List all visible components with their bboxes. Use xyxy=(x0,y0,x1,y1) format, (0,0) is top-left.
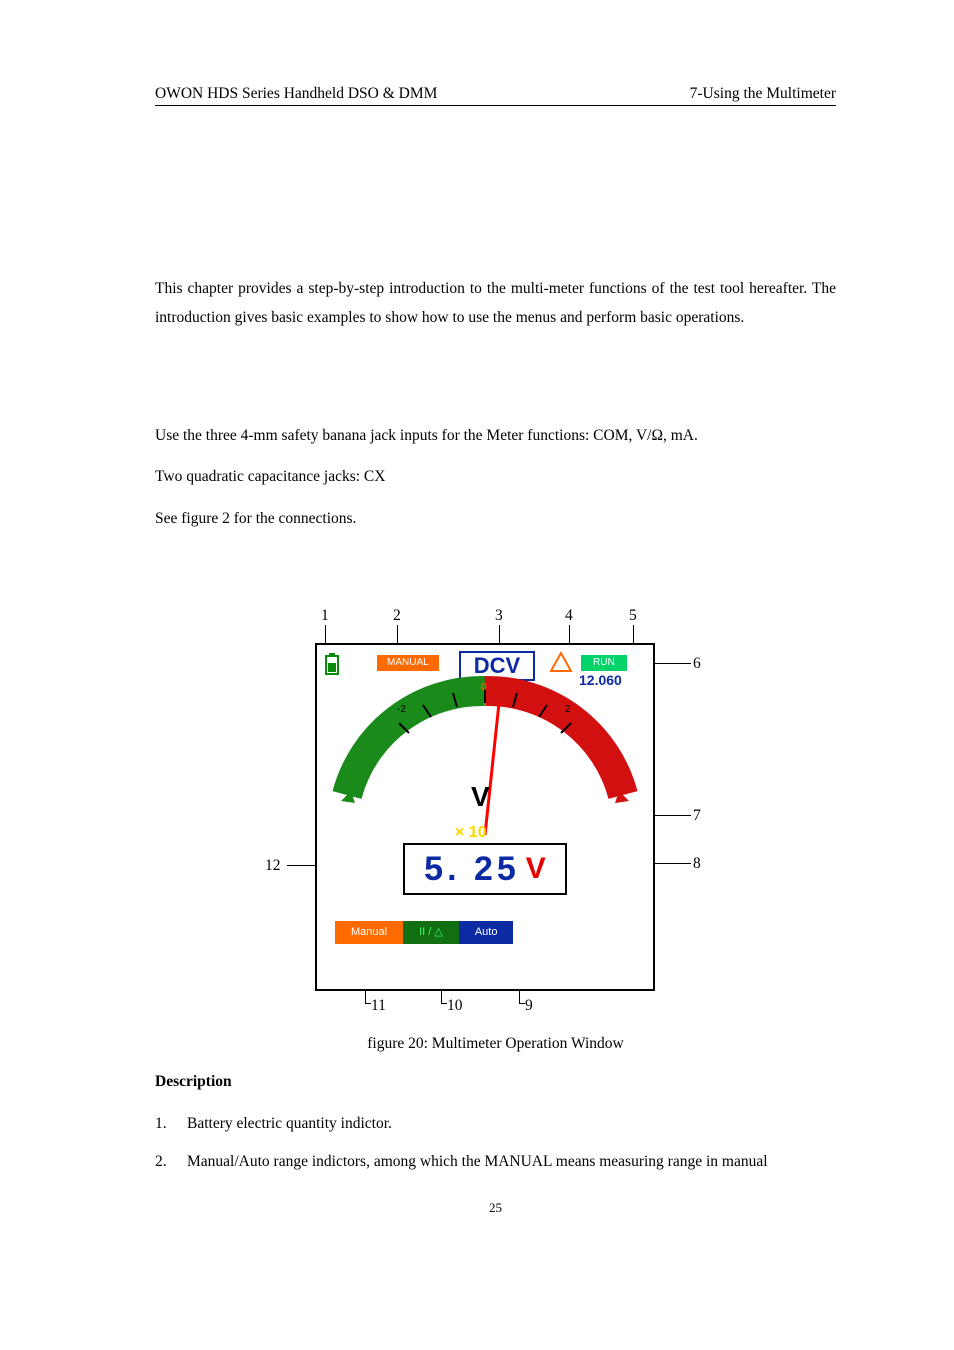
multiplier-label: × 10 xyxy=(455,825,487,841)
scale-pos: 2 xyxy=(565,705,571,715)
mode-box: DCV xyxy=(459,651,535,681)
list-item: 1. Battery electric quantity indictor. xyxy=(155,1109,836,1138)
intro-paragraph: This chapter provides a step-by-step int… xyxy=(155,274,836,333)
callout-8: 8 xyxy=(693,855,701,873)
run-chip: RUN xyxy=(581,655,627,671)
list-item: 2. Manual/Auto range indictors, among wh… xyxy=(155,1147,836,1176)
tab-relative[interactable]: II / △ xyxy=(403,921,459,944)
readout-value: 5. 25 xyxy=(424,852,520,886)
callout-4: 4 xyxy=(565,607,573,625)
battery-icon xyxy=(325,653,339,675)
tab-auto[interactable]: Auto xyxy=(459,921,514,944)
page-header: OWON HDS Series Handheld DSO & DMM 7-Usi… xyxy=(155,85,836,103)
multimeter-screen: MANUAL DCV RUN 12.060 xyxy=(315,643,655,991)
scale-neg: -2 xyxy=(397,705,406,715)
callout-line xyxy=(365,1003,371,1004)
callout-line xyxy=(655,815,691,816)
connect-line-2: Two quadratic capacitance jacks: CX xyxy=(155,462,836,491)
tab-manual[interactable]: Manual xyxy=(335,921,403,944)
callout-9: 9 xyxy=(525,997,533,1015)
list-item-number: 1. xyxy=(155,1109,187,1138)
range-readout: 12.060 xyxy=(579,673,622,687)
main-readout: 5. 25 V xyxy=(403,843,567,895)
page-number: 25 xyxy=(155,1200,836,1216)
callout-11: 11 xyxy=(371,997,386,1015)
header-right: 7-Using the Multimeter xyxy=(690,85,836,103)
relative-triangle-icon xyxy=(549,651,573,678)
gauge-center-letter: V xyxy=(471,783,490,811)
callout-line xyxy=(519,1003,525,1004)
list-item-text: Battery electric quantity indictor. xyxy=(187,1109,392,1138)
connect-line-3: See figure 2 for the connections. xyxy=(155,504,836,533)
readout-unit: V xyxy=(526,854,546,884)
callout-1: 1 xyxy=(321,607,329,625)
callout-6: 6 xyxy=(693,655,701,673)
list-item-number: 2. xyxy=(155,1147,187,1176)
header-left: OWON HDS Series Handheld DSO & DMM xyxy=(155,85,437,103)
manual-chip: MANUAL xyxy=(377,655,439,671)
list-item-text: Manual/Auto range indictors, among which… xyxy=(187,1147,768,1176)
figure-caption: figure 20: Multimeter Operation Window xyxy=(155,1035,836,1053)
callout-12: 12 xyxy=(265,857,281,875)
connect-line-1: Use the three 4-mm safety banana jack in… xyxy=(155,421,836,450)
callout-3: 3 xyxy=(495,607,503,625)
description-heading: Description xyxy=(155,1073,836,1091)
callout-7: 7 xyxy=(693,807,701,825)
soft-tab-row: Manual II / △ Auto xyxy=(335,921,513,944)
callout-2: 2 xyxy=(393,607,401,625)
callout-10: 10 xyxy=(447,997,463,1015)
callout-5: 5 xyxy=(629,607,637,625)
scale-zero: 0 xyxy=(481,683,487,693)
figure-multimeter-window: 1 2 3 4 5 6 7 8 12 11 10 9 xyxy=(265,607,705,1017)
callout-line xyxy=(441,1003,447,1004)
callout-line xyxy=(655,663,691,664)
